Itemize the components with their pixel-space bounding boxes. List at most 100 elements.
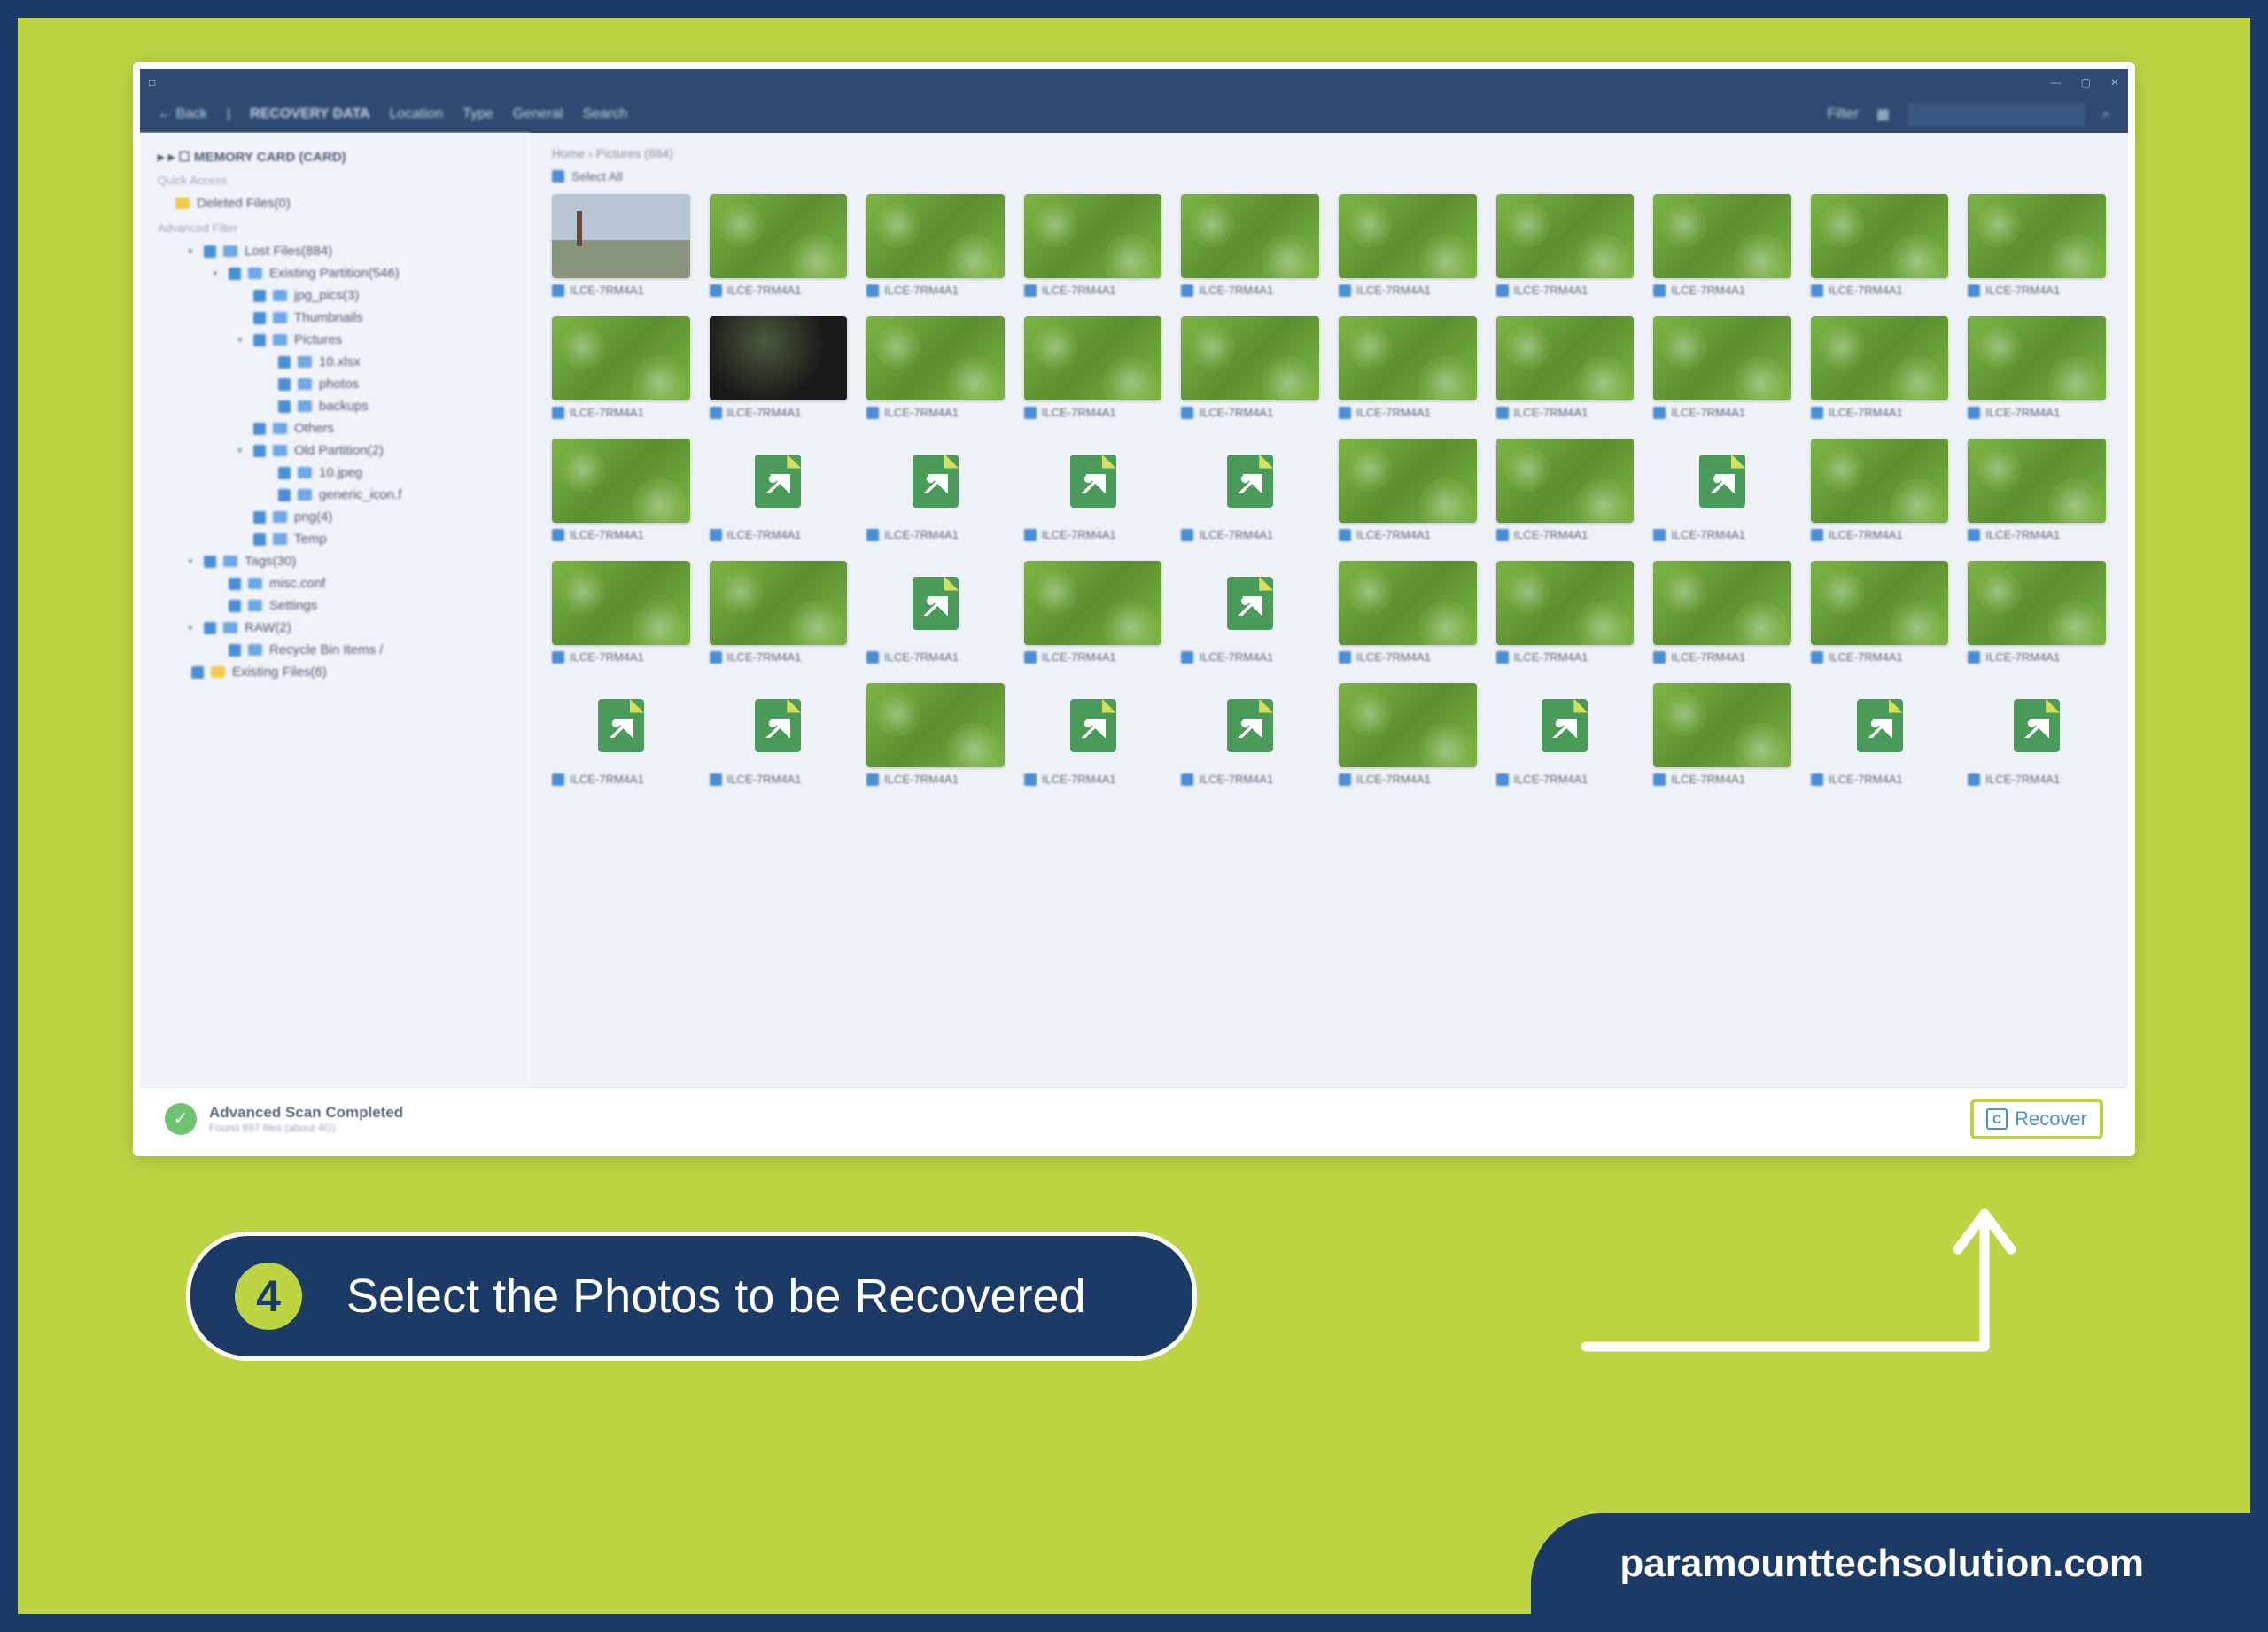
thumbnail[interactable]: ILCE-7RM4A1 (1181, 439, 1319, 541)
thumbnail[interactable]: ILCE-7RM4A1 (866, 194, 1005, 297)
thumbnail[interactable]: ILCE-7RM4A1 (1811, 439, 1949, 541)
filter-button[interactable]: Filter (1827, 106, 1859, 122)
thumbnail-label: ILCE-7RM4A1 (710, 406, 848, 419)
thumbnail-label: ILCE-7RM4A1 (710, 650, 848, 664)
toolbar-item[interactable]: General (513, 106, 563, 122)
thumbnail[interactable]: ILCE-7RM4A1 (1339, 316, 1477, 419)
thumbnail[interactable]: ILCE-7RM4A1 (1653, 316, 1791, 419)
thumbnail-label: ILCE-7RM4A1 (1811, 284, 1949, 297)
thumbnail[interactable]: ILCE-7RM4A1 (866, 316, 1005, 419)
thumbnail[interactable]: ILCE-7RM4A1 (710, 316, 848, 419)
thumbnail[interactable]: ILCE-7RM4A1 (1024, 561, 1162, 664)
thumbnail[interactable]: ILCE-7RM4A1 (552, 561, 690, 664)
recover-button[interactable]: Recover (1970, 1099, 2103, 1139)
content-area: ▸ ▸ ☐ MEMORY CARD (CARD) Quick Access De… (140, 133, 2128, 1087)
thumbnail[interactable]: ILCE-7RM4A1 (710, 683, 848, 786)
search-icon[interactable]: ⌕ (2102, 106, 2110, 122)
tree-item[interactable]: ▾Pictures (149, 329, 521, 351)
tree-item[interactable]: 10.jpeg (149, 462, 521, 484)
thumbnail[interactable]: ILCE-7RM4A1 (710, 561, 848, 664)
tree-item[interactable]: 10.xlsx (149, 351, 521, 373)
thumbnail[interactable]: ILCE-7RM4A1 (710, 439, 848, 541)
tree-item-deleted[interactable]: Deleted Files(0) (149, 192, 521, 214)
thumbnail[interactable]: ILCE-7RM4A1 (1653, 194, 1791, 297)
tree-item[interactable]: Recycle Bin Items / (149, 639, 521, 661)
toolbar-item[interactable]: Search (583, 106, 628, 122)
thumbnail[interactable]: ILCE-7RM4A1 (1496, 683, 1635, 786)
tree-item[interactable]: Thumbnails (149, 307, 521, 329)
thumbnail[interactable]: ILCE-7RM4A1 (866, 439, 1005, 541)
thumbnail[interactable]: ILCE-7RM4A1 (552, 194, 690, 297)
thumbnail-label: ILCE-7RM4A1 (1653, 650, 1791, 664)
thumbnail[interactable]: ILCE-7RM4A1 (1968, 439, 2106, 541)
thumbnail[interactable]: ILCE-7RM4A1 (1653, 439, 1791, 541)
thumbnail[interactable]: ILCE-7RM4A1 (1339, 561, 1477, 664)
thumbnail[interactable]: ILCE-7RM4A1 (1653, 561, 1791, 664)
thumbnail[interactable]: ILCE-7RM4A1 (1496, 316, 1635, 419)
thumbnail[interactable]: ILCE-7RM4A1 (866, 561, 1005, 664)
thumbnail[interactable]: ILCE-7RM4A1 (552, 683, 690, 786)
image-file-icon (755, 455, 801, 508)
thumbnail[interactable]: ILCE-7RM4A1 (552, 439, 690, 541)
tree-item[interactable]: jpg_pics(3) (149, 284, 521, 307)
thumbnail[interactable]: ILCE-7RM4A1 (1968, 316, 2106, 419)
thumbnail[interactable]: ILCE-7RM4A1 (1339, 683, 1477, 786)
thumbnail[interactable]: ILCE-7RM4A1 (1181, 316, 1319, 419)
toolbar-item[interactable]: Location (390, 106, 444, 122)
tree-item[interactable]: Temp (149, 528, 521, 550)
thumbnail-label: ILCE-7RM4A1 (1181, 773, 1319, 786)
tree-item[interactable]: png(4) (149, 506, 521, 528)
thumbnail[interactable]: ILCE-7RM4A1 (1496, 561, 1635, 664)
thumbnail[interactable]: ILCE-7RM4A1 (1024, 194, 1162, 297)
tree-item[interactable]: photos (149, 373, 521, 395)
thumbnail[interactable]: ILCE-7RM4A1 (710, 194, 848, 297)
thumbnail[interactable]: ILCE-7RM4A1 (1181, 194, 1319, 297)
tree-item[interactable]: generic_icon.f (149, 484, 521, 506)
maximize-icon[interactable]: ▢ (2081, 76, 2091, 89)
thumbnail[interactable]: ILCE-7RM4A1 (1968, 561, 2106, 664)
thumbnail[interactable]: ILCE-7RM4A1 (1496, 194, 1635, 297)
thumbnail[interactable]: ILCE-7RM4A1 (1496, 439, 1635, 541)
arrow-annotation (1577, 1170, 2109, 1400)
thumbnail[interactable]: ILCE-7RM4A1 (866, 683, 1005, 786)
select-all[interactable]: Select All (552, 169, 2106, 183)
thumbnail-label: ILCE-7RM4A1 (1496, 406, 1635, 419)
grid-view-icon[interactable]: ▦ (1876, 105, 1890, 123)
thumbnail[interactable]: ILCE-7RM4A1 (1024, 683, 1162, 786)
search-input[interactable] (1907, 103, 2085, 126)
thumbnail[interactable]: ILCE-7RM4A1 (1968, 194, 2106, 297)
thumbnail-label: ILCE-7RM4A1 (552, 406, 690, 419)
tree-item[interactable]: ▾Existing Partition(546) (149, 262, 521, 284)
thumbnail[interactable]: ILCE-7RM4A1 (1181, 683, 1319, 786)
thumbnail[interactable]: ILCE-7RM4A1 (1811, 683, 1949, 786)
toolbar-item[interactable]: RECOVERY DATA (250, 106, 369, 122)
tree-root[interactable]: ▸ ▸ ☐ MEMORY CARD (CARD) (149, 149, 521, 165)
back-button[interactable]: ← Back (158, 106, 207, 122)
tree-item[interactable]: Others (149, 417, 521, 439)
tree-item[interactable]: ▾Lost Files(884) (149, 240, 521, 262)
tree-item[interactable]: Settings (149, 595, 521, 617)
minimize-icon[interactable]: — (2051, 76, 2062, 89)
thumbnail[interactable]: ILCE-7RM4A1 (1339, 194, 1477, 297)
tree-item[interactable]: Existing Files(6) (149, 661, 521, 683)
close-icon[interactable]: ✕ (2110, 76, 2119, 89)
thumbnail[interactable]: ILCE-7RM4A1 (1339, 439, 1477, 541)
thumbnail[interactable]: ILCE-7RM4A1 (1181, 561, 1319, 664)
thumbnail[interactable]: ILCE-7RM4A1 (1811, 561, 1949, 664)
image-file-icon (1227, 577, 1273, 630)
thumbnail[interactable]: ILCE-7RM4A1 (1024, 439, 1162, 541)
tree-item[interactable]: ▾Old Partition(2) (149, 439, 521, 462)
thumbnail[interactable]: ILCE-7RM4A1 (1653, 683, 1791, 786)
tree-item[interactable]: backups (149, 395, 521, 417)
toolbar-item[interactable]: Type (462, 106, 493, 122)
tree-item[interactable]: ▾Tags(30) (149, 550, 521, 572)
tree-item[interactable]: ▾RAW(2) (149, 617, 521, 639)
tree-item[interactable]: misc.conf (149, 572, 521, 595)
thumbnail-label: ILCE-7RM4A1 (1339, 406, 1477, 419)
thumbnail[interactable]: ILCE-7RM4A1 (1811, 316, 1949, 419)
thumbnail-label: ILCE-7RM4A1 (1181, 528, 1319, 541)
thumbnail[interactable]: ILCE-7RM4A1 (1968, 683, 2106, 786)
thumbnail[interactable]: ILCE-7RM4A1 (552, 316, 690, 419)
thumbnail[interactable]: ILCE-7RM4A1 (1811, 194, 1949, 297)
thumbnail[interactable]: ILCE-7RM4A1 (1024, 316, 1162, 419)
